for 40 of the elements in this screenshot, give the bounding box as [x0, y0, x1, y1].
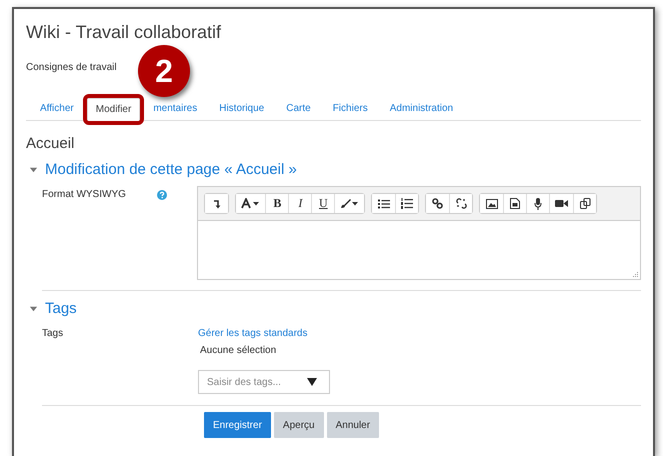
form-button[interactable]: Annuler — [326, 412, 380, 438]
form-button[interactable]: Aperçu — [274, 412, 324, 438]
page-title: Accueil — [26, 135, 76, 152]
manage-tags-link[interactable]: Gérer les tags standards — [198, 328, 308, 339]
tab[interactable]: Afficher — [31, 97, 83, 120]
document-icon — [510, 198, 520, 209]
help-icon[interactable] — [157, 190, 168, 200]
brush-icon — [340, 198, 360, 209]
bullet-list-icon — [378, 198, 390, 208]
tab[interactable]: Historique — [210, 97, 274, 120]
collapse-caret-icon[interactable] — [29, 304, 38, 313]
tab[interactable]: mentaires — [144, 97, 206, 120]
copy-icon — [580, 198, 591, 209]
window-title: Wiki - Travail collaboratif — [26, 22, 222, 43]
image-icon — [486, 198, 498, 208]
step-badge: 2 — [138, 45, 190, 97]
video-camera-icon — [555, 199, 568, 208]
field-label: Format WYSIWYG — [42, 189, 126, 200]
tab[interactable]: Administration — [380, 97, 462, 120]
section-heading: Tags — [45, 300, 77, 317]
dropdown-arrow-icon — [307, 378, 317, 386]
font-size-icon — [241, 198, 260, 209]
unlink-icon — [456, 198, 467, 209]
toolbar-button[interactable] — [334, 194, 364, 213]
instructions-link[interactable]: Consignes de travail — [26, 62, 117, 73]
toolbar-button[interactable] — [573, 194, 596, 213]
selection-status: Aucune sélection — [200, 345, 276, 356]
toolbar-button[interactable] — [395, 194, 418, 213]
tags-dropdown[interactable]: Saisir des tags... — [198, 370, 330, 394]
return-arrow-icon — [212, 198, 221, 208]
tab[interactable]: Carte — [277, 97, 320, 120]
toolbar-button[interactable] — [449, 194, 472, 213]
link-icon — [432, 198, 444, 209]
tab[interactable]: Fichiers — [324, 97, 377, 120]
collapse-caret-icon[interactable] — [29, 165, 38, 174]
section-heading: Modification de cette page « Accueil » — [45, 161, 297, 178]
save-button[interactable]: Enregistrer — [204, 412, 271, 438]
microphone-icon — [534, 198, 542, 210]
numbered-list-icon — [401, 198, 414, 209]
field-label: Tags — [42, 328, 64, 339]
